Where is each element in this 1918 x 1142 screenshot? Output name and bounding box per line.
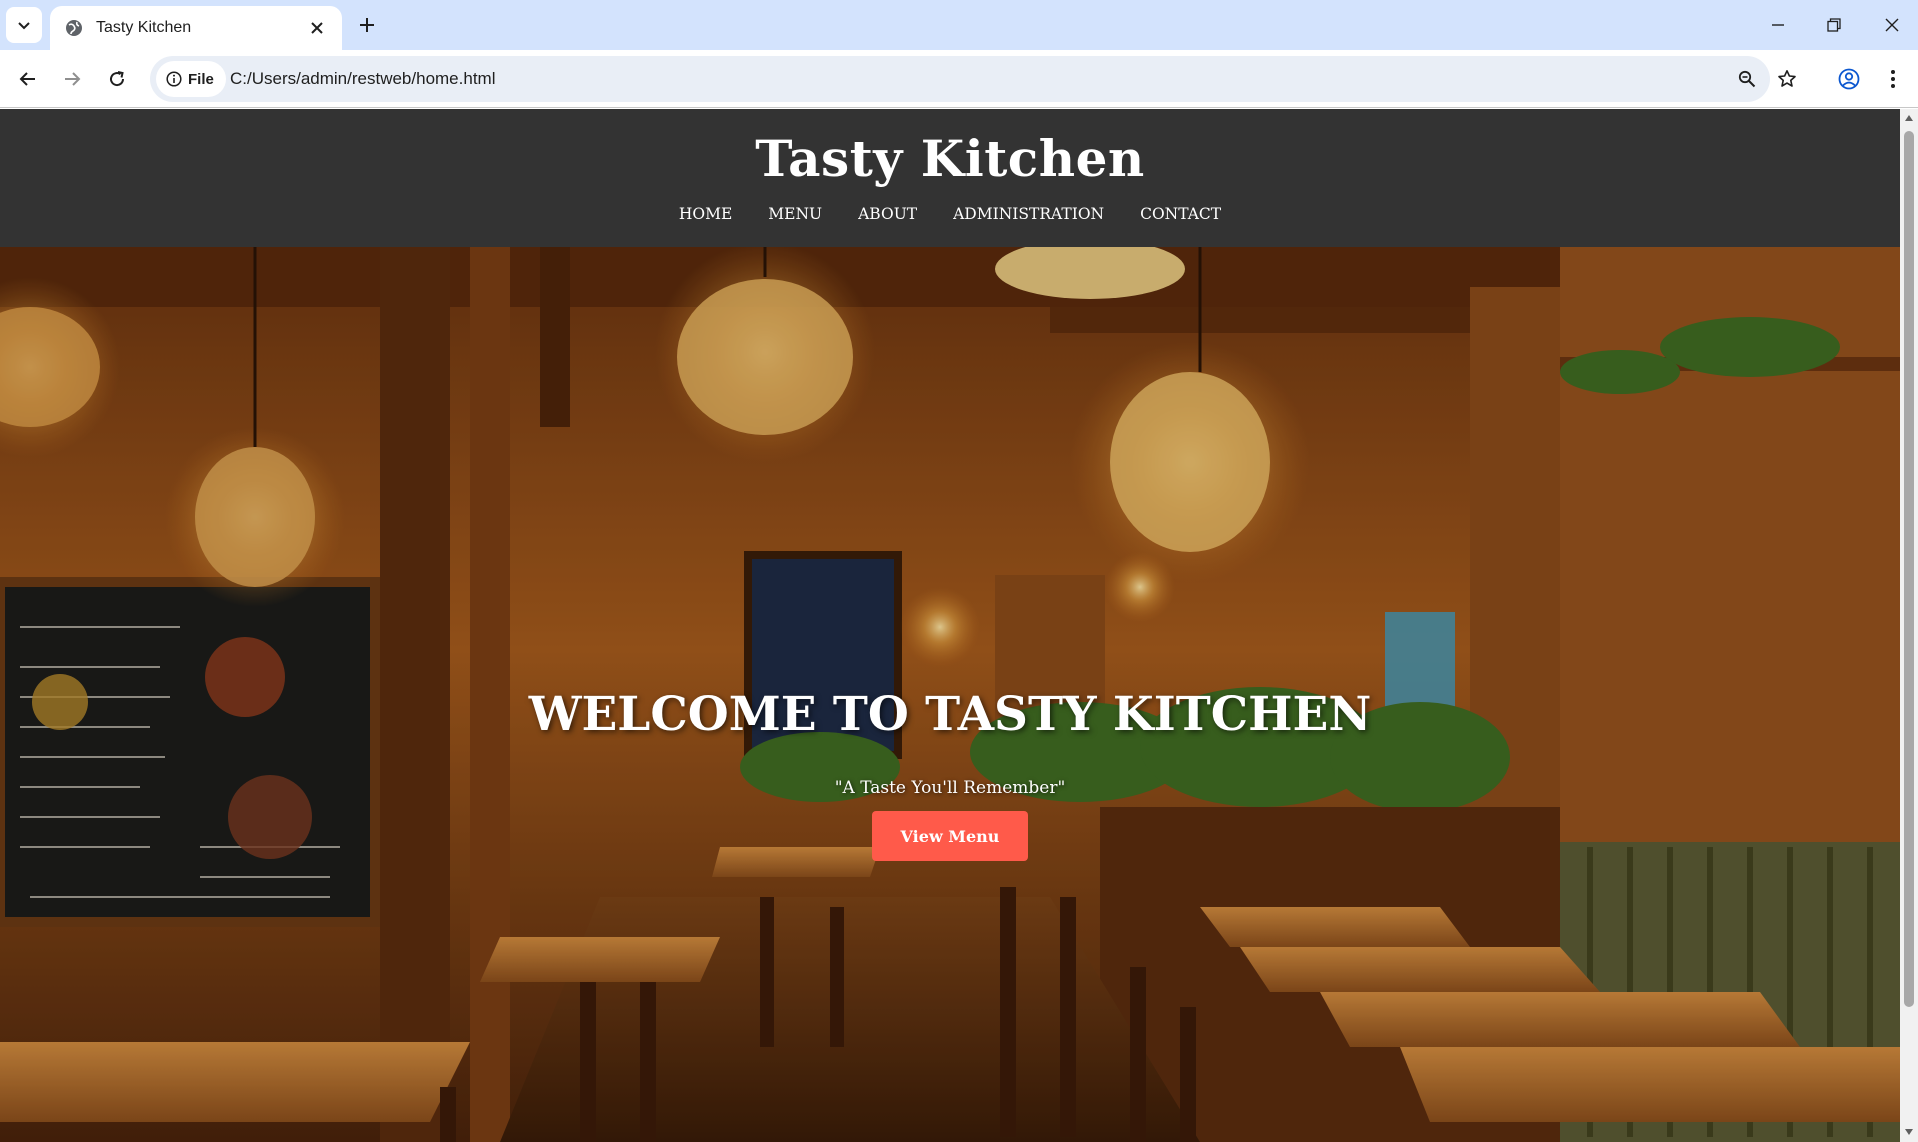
new-tab-button[interactable] [352,10,382,40]
scrollbar-thumb[interactable] [1904,131,1914,1007]
restore-button[interactable] [1814,8,1854,42]
kebab-menu-icon [1891,70,1895,88]
reload-icon [110,71,125,87]
forward-arrow-icon [65,72,81,86]
restore-icon [1827,18,1841,32]
tab-title: Tasty Kitchen [96,19,192,36]
tab-close-button[interactable] [306,17,328,39]
hero-tagline: "A Taste You'll Remember" [834,778,1066,798]
browser-tab-strip: Tasty Kitchen [0,0,1918,50]
nav-link-about[interactable]: ABOUT [858,205,917,223]
view-menu-button[interactable]: View Menu [872,811,1028,861]
page-scrollbar[interactable] [1900,109,1918,1142]
info-icon [166,71,182,87]
active-tab[interactable]: Tasty Kitchen [50,6,342,50]
hero-headline: WELCOME TO TASTY KITCHEN [528,687,1372,742]
page-viewport: Tasty Kitchen HOME MENU ABOUT ADMINISTRA… [0,109,1900,1142]
hero-section: WELCOME TO TASTY KITCHEN "A Taste You'll… [0,247,1900,1142]
window-close-icon [1885,18,1899,32]
site-info-chip[interactable]: File [156,61,226,97]
address-bar[interactable]: File C:/Users/admin/restweb/home.html [150,56,1770,102]
globe-icon [66,20,82,36]
window-close-button[interactable] [1872,8,1912,42]
site-title: Tasty Kitchen [755,129,1145,188]
bookmark-button[interactable] [1772,64,1802,94]
scroll-down-arrow-icon[interactable] [1904,1127,1914,1137]
forward-button[interactable] [54,61,90,97]
browser-menu-button[interactable] [1878,64,1908,94]
plus-icon [360,18,374,32]
nav-link-contact[interactable]: CONTACT [1140,205,1221,223]
profile-icon [1838,68,1860,90]
back-button[interactable] [10,61,46,97]
reload-button[interactable] [99,61,135,97]
zoom-button[interactable] [1732,64,1762,94]
star-icon [1778,70,1796,87]
browser-toolbar: File C:/Users/admin/restweb/home.html [0,50,1918,108]
url-text[interactable]: C:/Users/admin/restweb/home.html [230,69,495,89]
tab-search-button[interactable] [6,7,42,43]
nav-link-menu[interactable]: MENU [768,205,822,223]
scroll-up-arrow-icon[interactable] [1904,113,1914,123]
back-arrow-icon [19,72,35,86]
profile-button[interactable] [1834,64,1864,94]
zoom-icon [1738,70,1756,88]
site-header: Tasty Kitchen HOME MENU ABOUT ADMINISTRA… [0,109,1900,247]
minimize-button[interactable] [1758,8,1798,42]
site-info-label: File [188,70,214,88]
close-icon [311,22,323,34]
nav-link-administration[interactable]: ADMINISTRATION [953,205,1104,223]
nav-link-home[interactable]: HOME [679,205,732,223]
site-nav: HOME MENU ABOUT ADMINISTRATION CONTACT [0,205,1900,223]
minimize-icon [1772,24,1784,26]
chevron-down-icon [18,22,30,30]
